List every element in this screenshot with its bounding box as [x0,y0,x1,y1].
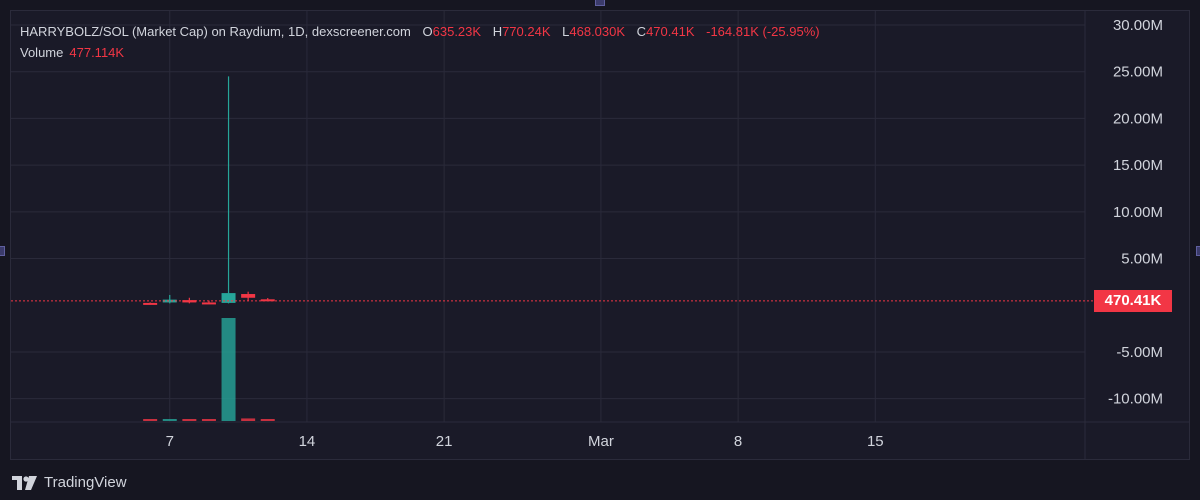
y-tick-label: 20.00M [1113,110,1163,127]
price-chart[interactable]: 30.00M 25.00M 20.00M 15.00M 10.00M 5.00M -5.00… [0,0,1200,500]
open-value: 635.23K [432,24,482,39]
volume-bar [201,419,216,421]
last-price-tag: 470.41K [1094,290,1172,312]
candle-body [201,302,216,305]
volume-legend: Volume 477.114K [20,45,124,60]
x-tick-label: 21 [436,433,453,450]
high-label: H [492,24,503,39]
y-axis-layer: 30.00M 25.00M 20.00M 15.00M 10.00M 5.00M -5.00… [1108,17,1163,408]
x-axis-layer: 7 14 21 Mar 8 15 [166,433,884,450]
volume-bar [260,419,275,421]
x-tick-label: Mar [588,433,614,450]
open-label: O [422,24,433,39]
right-resize-handle[interactable] [1196,246,1200,256]
ohlc-legend: HARRYBOLZ/SOL (Market Cap) on Raydium, 1… [20,24,820,39]
close-value: 470.41K [646,24,695,39]
volume-bar [241,418,256,421]
candle-body [221,293,236,303]
y-tick-label: 30.00M [1113,17,1163,34]
pair-title: HARRYBOLZ/SOL (Market Cap) on Raydium, 1… [20,24,411,39]
high-value: 770.24K [502,24,551,39]
y-tick-label: -5.00M [1116,344,1163,361]
volume-bar [143,419,158,421]
candle-body [143,302,158,305]
low-value: 468.030K [569,24,626,39]
y-tick-label: -10.00M [1108,391,1163,408]
y-tick-label: 5.00M [1121,251,1163,268]
candle-body [241,294,256,298]
top-resize-handle[interactable] [595,0,605,6]
change-value: -164.81K (-25.95%) [706,24,820,39]
brand-name: TradingView [44,474,127,491]
footer-brand[interactable]: TradingView [12,474,127,491]
volume-bar [221,318,236,421]
grid-layer [11,11,1189,460]
volume-bar [162,419,177,421]
volume-layer [143,318,275,421]
close-label: C [636,24,647,39]
y-tick-label: 10.00M [1113,204,1163,221]
y-tick-label: 15.00M [1113,157,1163,174]
x-tick-label: 8 [734,433,742,450]
tradingview-logo-icon [12,475,37,490]
volume-bar [182,419,197,421]
x-tick-label: 15 [867,433,884,450]
x-tick-label: 7 [166,433,174,450]
candle-layer [143,76,275,305]
volume-label: Volume [20,45,64,60]
x-tick-label: 14 [299,433,316,450]
y-tick-label: 25.00M [1113,64,1163,81]
left-resize-handle[interactable] [0,246,5,256]
volume-value: 477.114K [69,45,125,60]
